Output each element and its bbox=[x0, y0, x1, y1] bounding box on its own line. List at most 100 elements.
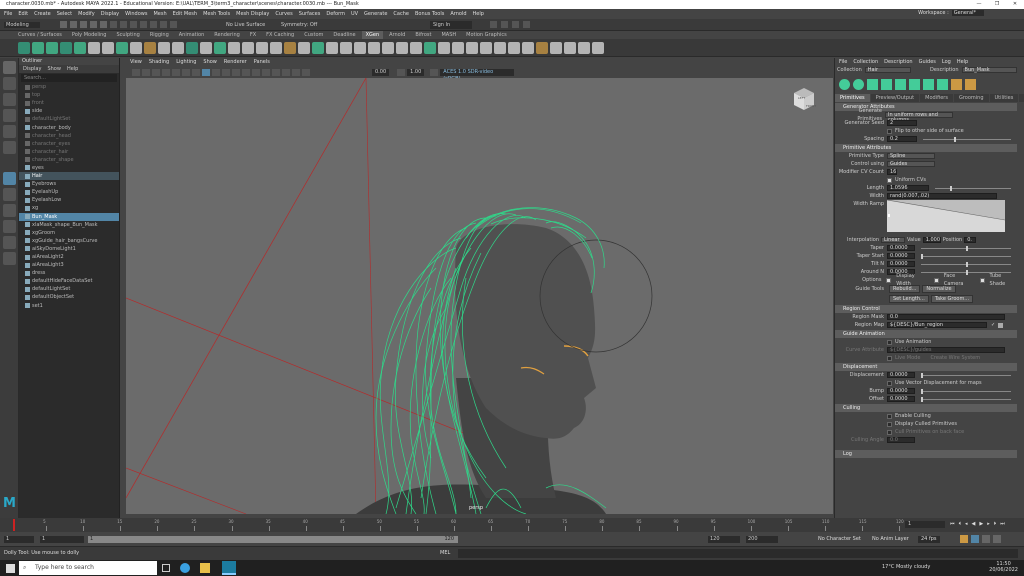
shelf-tab-curves-surfaces[interactable]: Curves / Surfaces bbox=[14, 31, 66, 39]
rotate-tool-icon[interactable] bbox=[2, 125, 16, 138]
signin-dropdown[interactable]: Sign In bbox=[430, 21, 472, 29]
go-end-icon[interactable]: ⏭ bbox=[1000, 521, 1005, 527]
bump-slider[interactable] bbox=[921, 388, 1011, 394]
textured-icon[interactable] bbox=[222, 68, 230, 76]
shelf-tool-icon[interactable] bbox=[564, 41, 576, 54]
outliner-search-input[interactable]: Search... bbox=[21, 74, 117, 82]
colorspace-dropdown[interactable]: ACES 1.0 SDR-video (sRGB) bbox=[440, 68, 515, 82]
uniform-cvs-checkbox[interactable] bbox=[887, 177, 892, 183]
collection-dropdown[interactable]: Hair bbox=[864, 67, 912, 73]
interp-dropdown[interactable]: Linear bbox=[881, 237, 905, 243]
width-field[interactable]: rand(0.007,.02) bbox=[887, 193, 997, 199]
xgen-tab-modifiers[interactable]: Modifiers bbox=[920, 94, 953, 102]
outliner-item[interactable]: side bbox=[19, 107, 119, 115]
description-dropdown[interactable]: Bun_Mask bbox=[961, 67, 1017, 73]
windows-start-icon[interactable] bbox=[6, 564, 15, 573]
taper-start-field[interactable]: 0.0000 bbox=[887, 253, 915, 259]
mode-dropdown[interactable]: Modeling bbox=[4, 22, 40, 28]
outliner-item[interactable]: xlaMask_shape_Bun_Mask bbox=[19, 221, 119, 229]
move-tool-icon[interactable] bbox=[2, 109, 16, 122]
prim-type-dropdown[interactable]: Spline bbox=[887, 153, 935, 159]
shelf-tab-bifrost[interactable]: Bifrost bbox=[411, 31, 435, 39]
snap-point-icon[interactable] bbox=[160, 21, 167, 28]
spacing-slider[interactable] bbox=[923, 136, 1011, 142]
shelf-tab-fx[interactable]: FX bbox=[246, 31, 260, 39]
take-groom-button[interactable]: Take Groom... bbox=[930, 295, 974, 303]
outliner-item[interactable]: xgGroom bbox=[19, 229, 119, 237]
undo-icon[interactable] bbox=[90, 21, 97, 28]
view-cube-front-label[interactable]: FRONT bbox=[806, 104, 816, 108]
shelf-tool-icon[interactable] bbox=[116, 41, 128, 54]
outliner-item[interactable]: defaultLightSet bbox=[19, 285, 119, 293]
preview-icon[interactable] bbox=[951, 78, 962, 90]
region-mask-field[interactable]: 0.0 bbox=[887, 314, 1005, 320]
shelf-tool-icon[interactable] bbox=[186, 41, 198, 54]
menu-cache[interactable]: Cache bbox=[393, 11, 409, 17]
character-set-dropdown[interactable]: No Character Set bbox=[818, 536, 861, 542]
outliner-item[interactable]: EyelashLow bbox=[19, 196, 119, 204]
tube-shade-checkbox[interactable] bbox=[979, 277, 985, 283]
task-view-icon[interactable] bbox=[162, 564, 170, 572]
outliner-item[interactable]: Hair bbox=[19, 172, 119, 181]
snap-view-icon[interactable] bbox=[170, 21, 177, 28]
camera-attr-icon[interactable] bbox=[142, 68, 150, 76]
shelf-tool-icon[interactable] bbox=[396, 41, 408, 54]
shelf-tool-icon[interactable] bbox=[424, 41, 436, 54]
render-settings-icon[interactable] bbox=[512, 21, 519, 28]
resolution-gate-icon[interactable] bbox=[192, 68, 200, 76]
outliner-menu-help[interactable]: Help bbox=[67, 65, 78, 73]
prefs-icon[interactable] bbox=[993, 535, 1001, 543]
step-forward-icon[interactable]: ▸ bbox=[987, 521, 990, 527]
shelf-tool-icon[interactable] bbox=[46, 41, 58, 54]
shelf-tool-icon[interactable] bbox=[242, 41, 254, 54]
image-plane-icon[interactable] bbox=[162, 68, 170, 76]
shelf-tool-icon[interactable] bbox=[494, 41, 506, 54]
perspective-viewport[interactable]: LEFT FRONT persp bbox=[126, 78, 833, 514]
maximize-button[interactable]: ❐ bbox=[988, 0, 1006, 9]
edge-browser-icon[interactable] bbox=[180, 563, 190, 573]
position-field[interactable]: 0. bbox=[964, 237, 977, 243]
shelf-tool-icon[interactable] bbox=[74, 41, 86, 54]
control-dropdown[interactable]: Guides bbox=[887, 161, 935, 167]
shelf-tab-fx-caching[interactable]: FX Caching bbox=[262, 31, 298, 39]
menu-edit-mesh[interactable]: Edit Mesh bbox=[173, 11, 197, 17]
menu-select[interactable]: Select bbox=[57, 11, 72, 17]
taper-field[interactable]: 0.0000 bbox=[887, 245, 915, 251]
exposure-icon[interactable] bbox=[302, 68, 310, 76]
outliner-item[interactable]: character_body bbox=[19, 123, 119, 131]
set-length-button[interactable]: Set Length... bbox=[889, 295, 929, 303]
shelf-tool-icon[interactable] bbox=[228, 41, 240, 54]
xray-icon[interactable] bbox=[272, 68, 280, 76]
width-ramp-graph[interactable] bbox=[887, 200, 1005, 232]
outliner-item[interactable]: persp bbox=[19, 83, 119, 91]
viewport-menu-lighting[interactable]: Lighting bbox=[176, 58, 196, 67]
new-scene-icon[interactable] bbox=[60, 21, 67, 28]
save-scene-icon[interactable] bbox=[80, 21, 87, 28]
mel-input[interactable] bbox=[458, 549, 1018, 558]
anim-layer-dropdown[interactable]: No Anim Layer bbox=[872, 536, 909, 542]
outliner-item[interactable]: top bbox=[19, 91, 119, 99]
outliner-item[interactable]: dress bbox=[19, 269, 119, 277]
lasso-tool-icon[interactable] bbox=[2, 77, 16, 90]
shelf-tab-animation[interactable]: Animation bbox=[175, 31, 209, 39]
workspace-value[interactable]: General* bbox=[951, 10, 984, 16]
xray-joints-icon[interactable] bbox=[282, 68, 290, 76]
create-collection-icon[interactable] bbox=[853, 78, 864, 90]
guide-to-curve-icon[interactable] bbox=[909, 78, 920, 90]
shelf-tool-icon[interactable] bbox=[452, 41, 464, 54]
current-time-marker[interactable] bbox=[13, 519, 15, 531]
close-button[interactable]: ✕ bbox=[1006, 0, 1024, 9]
xgen-menu-guides[interactable]: Guides bbox=[919, 58, 936, 66]
menu-surfaces[interactable]: Surfaces bbox=[299, 11, 321, 17]
time-slider[interactable]: 5 10 15 20 25 30 35 40 45 50 55 60 65 70 75 80 85 90 95 100… bbox=[0, 518, 1024, 532]
sculpt-guide-icon[interactable] bbox=[895, 78, 906, 90]
shelf-tool-icon[interactable] bbox=[102, 41, 114, 54]
xgen-menu-file[interactable]: File bbox=[839, 58, 847, 66]
outliner-item[interactable]: character_hair bbox=[19, 148, 119, 156]
shelf-tab-rigging[interactable]: Rigging bbox=[146, 31, 173, 39]
menu-bonus-tools[interactable]: Bonus Tools bbox=[415, 11, 444, 17]
gen-seed-field[interactable]: 2 bbox=[887, 120, 917, 126]
persp-outliner-icon[interactable] bbox=[2, 204, 16, 217]
outliner-item[interactable]: defaultHideFaceDataSet bbox=[19, 277, 119, 285]
mel-label[interactable]: MEL bbox=[440, 550, 450, 556]
